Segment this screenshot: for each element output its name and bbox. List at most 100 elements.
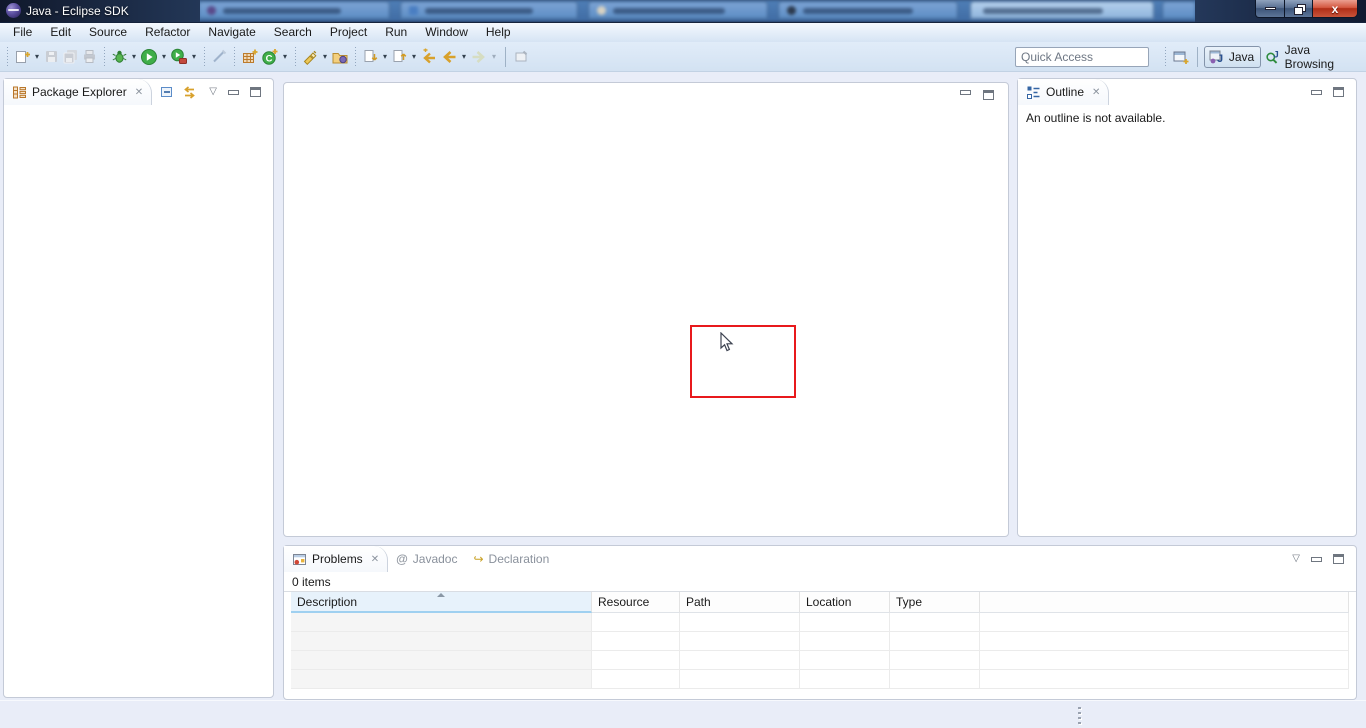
- menu-file[interactable]: File: [4, 23, 41, 42]
- external-tools-dropdown[interactable]: [189, 52, 199, 61]
- view-menu-icon[interactable]: [1292, 554, 1300, 564]
- new-wizard-dropdown[interactable]: [32, 52, 42, 61]
- forward-dropdown[interactable]: [489, 52, 499, 61]
- new-class-dropdown[interactable]: [280, 52, 290, 61]
- menu-help[interactable]: Help: [477, 23, 520, 42]
- outline-tab[interactable]: Outline: [1018, 79, 1109, 105]
- maximize-editor-icon[interactable]: [983, 90, 994, 100]
- open-type-button[interactable]: [330, 45, 350, 69]
- new-class-button[interactable]: C: [260, 45, 280, 69]
- search-flashlight-icon: [302, 48, 319, 65]
- outline-icon: [1026, 85, 1041, 100]
- run-button[interactable]: [139, 45, 159, 69]
- close-view-icon[interactable]: [371, 554, 379, 565]
- next-annotation-dropdown[interactable]: [380, 52, 390, 61]
- problems-tab[interactable]: Problems: [284, 546, 388, 572]
- previous-annotation-button[interactable]: [390, 45, 409, 69]
- table-cell: [680, 670, 800, 689]
- print-button[interactable]: [80, 45, 99, 69]
- search-button[interactable]: [301, 45, 320, 69]
- package-explorer-content[interactable]: [4, 105, 273, 697]
- column-header-description[interactable]: Description: [291, 592, 592, 613]
- debug-dropdown[interactable]: [129, 52, 139, 61]
- last-edit-location-icon: [420, 48, 438, 66]
- maximize-view-icon[interactable]: [250, 87, 261, 97]
- debug-button[interactable]: [110, 45, 129, 69]
- window-close-button[interactable]: x: [1313, 0, 1358, 18]
- declaration-tab[interactable]: Declaration: [465, 546, 557, 572]
- column-header-path[interactable]: Path: [680, 592, 800, 613]
- new-java-project-button[interactable]: [240, 45, 260, 69]
- menu-source[interactable]: Source: [80, 23, 136, 42]
- toolbar-separator: [505, 47, 506, 67]
- minimize-view-icon[interactable]: [1311, 557, 1322, 562]
- menu-edit[interactable]: Edit: [41, 23, 80, 42]
- previous-annotation-dropdown[interactable]: [409, 52, 419, 61]
- toolbar-separator: [1197, 47, 1198, 67]
- search-dropdown[interactable]: [320, 52, 330, 61]
- perspective-java-button[interactable]: J Java: [1204, 46, 1261, 68]
- forward-button[interactable]: [469, 45, 489, 69]
- maximize-view-icon[interactable]: [1333, 87, 1344, 97]
- collapse-all-icon: [159, 84, 175, 100]
- close-view-icon[interactable]: [135, 87, 143, 98]
- perspective-bar-grip[interactable]: [1164, 47, 1167, 67]
- forward-icon: [470, 48, 488, 66]
- table-cell: [800, 632, 890, 651]
- new-class-icon: C: [261, 48, 279, 66]
- red-annotation-rectangle: [690, 325, 796, 398]
- minimize-view-icon[interactable]: [1311, 90, 1322, 95]
- mark-occurrences-button[interactable]: [210, 45, 229, 69]
- back-button[interactable]: [439, 45, 459, 69]
- menu-run[interactable]: Run: [376, 23, 416, 42]
- window-minimize-button[interactable]: [1255, 0, 1285, 18]
- javadoc-tab[interactable]: Javadoc: [388, 546, 465, 572]
- menu-search[interactable]: Search: [265, 23, 321, 42]
- close-view-icon[interactable]: [1092, 87, 1100, 98]
- editor-area: [283, 82, 1009, 537]
- view-menu-icon[interactable]: [209, 87, 217, 97]
- back-dropdown[interactable]: [459, 52, 469, 61]
- table-cell: [592, 670, 680, 689]
- mouse-cursor: [720, 332, 735, 353]
- package-explorer-icon: [12, 85, 27, 100]
- link-with-editor-button[interactable]: [180, 80, 199, 104]
- window-restore-button[interactable]: [1285, 0, 1313, 18]
- toolbar-grip[interactable]: [6, 47, 9, 67]
- column-header-resource[interactable]: Resource: [592, 592, 680, 613]
- menu-window[interactable]: Window: [416, 23, 477, 42]
- minimize-view-icon[interactable]: [228, 90, 239, 95]
- run-icon: [140, 48, 158, 66]
- declaration-tab-label: Declaration: [489, 552, 550, 566]
- table-cell: [890, 632, 980, 651]
- perspective-java-browsing-button[interactable]: J Java Browsing: [1261, 41, 1366, 73]
- toolbar-grip[interactable]: [294, 47, 297, 67]
- column-header-type[interactable]: Type: [890, 592, 980, 613]
- maximize-view-icon[interactable]: [1333, 554, 1344, 564]
- minimize-editor-icon[interactable]: [960, 90, 971, 95]
- column-header-location[interactable]: Location: [800, 592, 890, 613]
- package-explorer-tab[interactable]: Package Explorer: [4, 79, 152, 105]
- toolbar-grip[interactable]: [203, 47, 206, 67]
- trim-drag-handle-icon[interactable]: [1078, 707, 1081, 724]
- last-edit-location-button[interactable]: [419, 45, 439, 69]
- menu-refactor[interactable]: Refactor: [136, 23, 199, 42]
- menu-project[interactable]: Project: [321, 23, 376, 42]
- quick-access-input[interactable]: [1015, 47, 1149, 67]
- run-dropdown[interactable]: [159, 52, 169, 61]
- save-button[interactable]: [42, 45, 61, 69]
- menu-navigate[interactable]: Navigate: [199, 23, 264, 42]
- external-tools-button[interactable]: [169, 45, 189, 69]
- new-wizard-button[interactable]: [13, 45, 32, 69]
- save-all-button[interactable]: [61, 45, 80, 69]
- pin-editor-button[interactable]: [512, 45, 531, 69]
- open-perspective-button[interactable]: [1171, 45, 1191, 69]
- toolbar-grip[interactable]: [233, 47, 236, 67]
- window-titlebar[interactable]: Java - Eclipse SDK x: [0, 0, 1366, 22]
- java-perspective-icon: J: [1209, 49, 1225, 65]
- print-icon: [81, 48, 98, 65]
- collapse-all-button[interactable]: [158, 80, 176, 104]
- next-annotation-button[interactable]: [361, 45, 380, 69]
- toolbar-grip[interactable]: [103, 47, 106, 67]
- toolbar-grip[interactable]: [354, 47, 357, 67]
